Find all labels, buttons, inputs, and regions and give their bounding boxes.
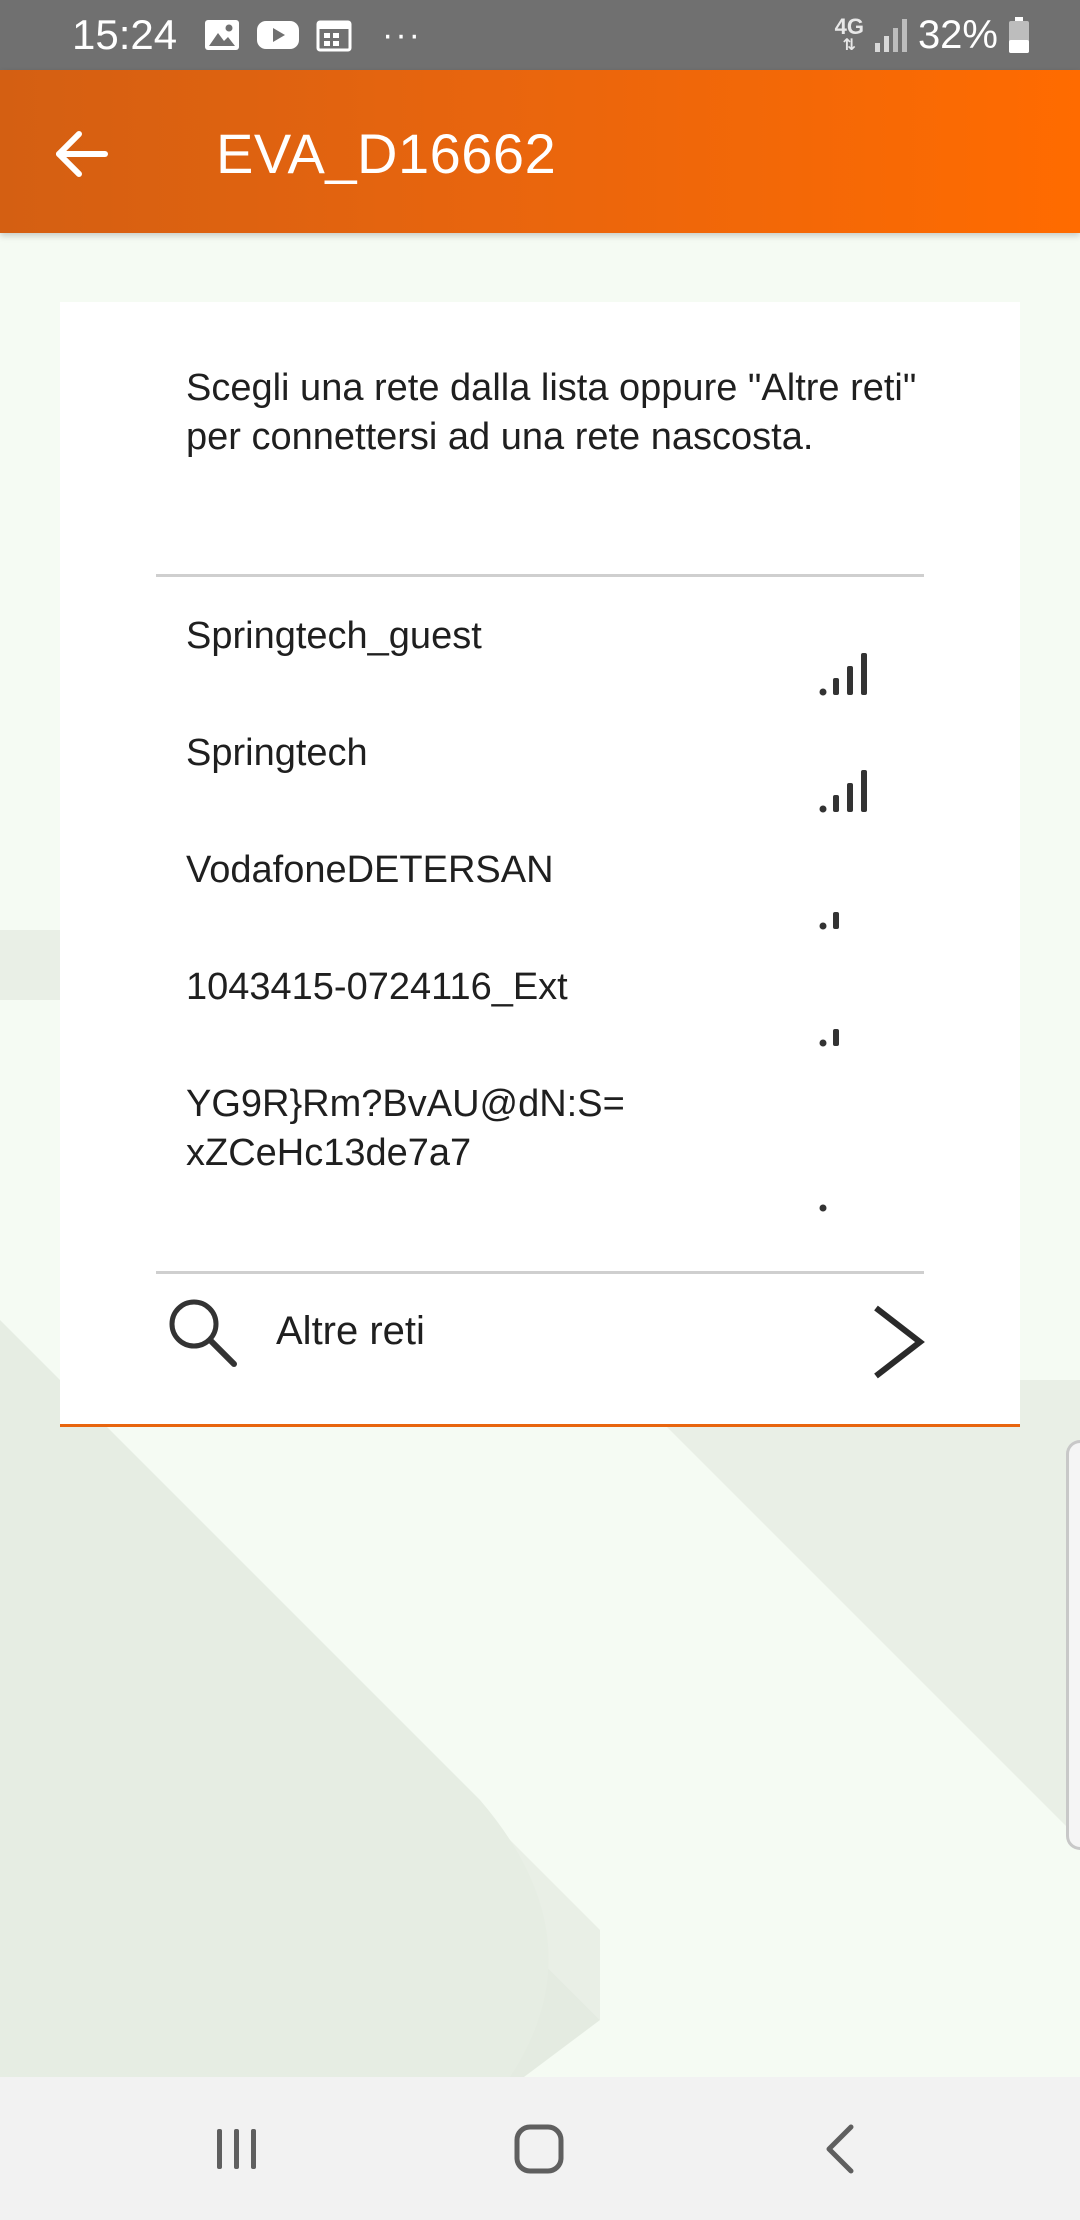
battery-percentage: 32% [917,13,998,57]
network-type-indicator: 4G ⇅ [835,16,864,54]
status-bar: 15:24 ··· 4G ⇅ 32% [0,0,1080,70]
data-arrows-icon: ⇅ [842,37,856,54]
system-icons: 4G ⇅ 32% [835,14,1030,56]
intro-text: Scegli una rete dalla lista oppure "Altr… [186,367,917,458]
back-nav-button[interactable] [761,2077,921,2220]
network-name: Springtech_guest [186,615,482,657]
navigation-bar [0,2077,1080,2220]
cellular-signal-icon [874,19,907,52]
back-icon [826,2124,854,2173]
recent-apps-icon [217,2128,256,2169]
youtube-icon [257,21,299,49]
wifi-signal-icon [819,1204,827,1212]
status-time: 15:24 [72,11,178,58]
other-networks-button[interactable]: Altre reti [156,1274,925,1424]
network-name: Springtech [186,732,368,774]
network-type-label: 4G [834,14,864,39]
recent-apps-button[interactable] [157,2077,317,2220]
chevron-right-icon [874,1305,925,1379]
divider [156,574,924,577]
network-selection-card: Scegli una rete dalla lista oppure "Altr… [60,302,1020,1427]
other-networks-label: Altre reti [276,1309,425,1353]
search-icon [169,1299,237,1367]
network-item-springtech-guest[interactable]: Springtech_guest [156,612,924,712]
notification-icons: ··· [204,17,422,53]
battery-icon [1009,17,1029,53]
home-button[interactable] [459,2077,619,2220]
app-bar: EVA_D16662 [0,70,1080,233]
wifi-signal-icon [819,1029,839,1047]
back-button[interactable] [42,114,122,194]
wifi-signal-icon [819,770,867,813]
more-notifications-icon: ··· [382,16,422,54]
calendar-icon [316,20,352,52]
network-item-1043415-ext[interactable]: 1043415-0724116_Ext [156,963,924,1063]
wifi-signal-icon [819,653,867,696]
network-item-yg9r[interactable]: YG9R}Rm?BvAU@dN:S= xZCeHc13de7a7 [156,1080,924,1230]
network-name: VodafoneDETERSAN [186,849,554,891]
arrow-left-icon [56,131,108,177]
network-item-vodafonedetersan[interactable]: VodafoneDETERSAN [156,846,924,946]
edge-panel-handle[interactable] [1066,1440,1080,1850]
gallery-icon [205,20,239,50]
page-title: EVA_D16662 [216,122,557,185]
network-name: YG9R}Rm?BvAU@dN:S= xZCeHc13de7a7 [186,1083,625,1174]
home-icon [514,2124,564,2173]
network-name: 1043415-0724116_Ext [186,966,568,1008]
network-item-springtech[interactable]: Springtech [156,729,924,829]
wifi-signal-icon [819,912,839,930]
